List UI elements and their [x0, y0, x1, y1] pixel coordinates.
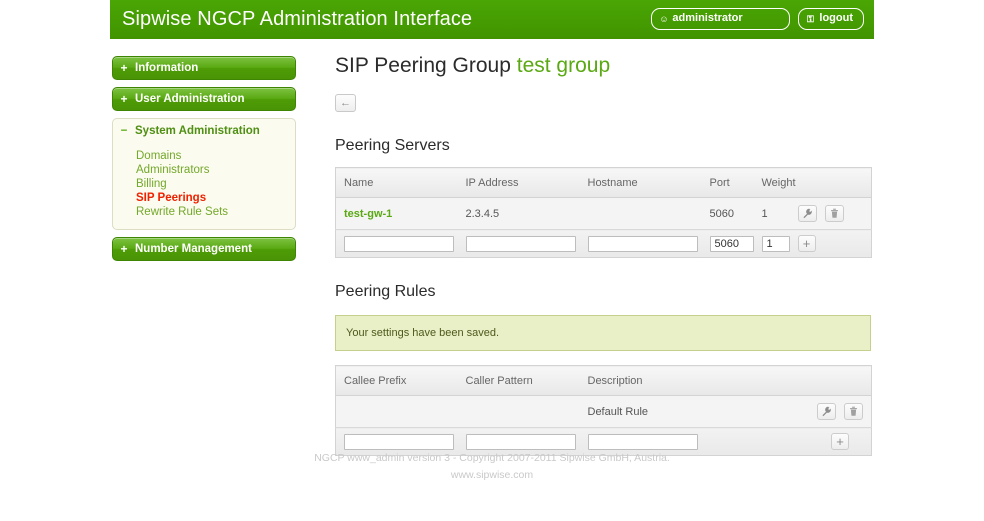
- ip-address-input[interactable]: [465, 235, 576, 252]
- column-header-hostname: Hostname: [579, 167, 702, 198]
- table-row: Default Rule: [335, 395, 872, 428]
- add-peering-rule-button[interactable]: +: [831, 433, 849, 450]
- column-header-ip-address: IP Address: [457, 167, 580, 198]
- delete-trash-icon[interactable]: [824, 205, 844, 222]
- cell-new-name: [335, 229, 458, 258]
- table-header-row: Name IP Address Hostname Port Weight: [335, 167, 872, 198]
- column-header-callee-prefix: Callee Prefix: [335, 365, 458, 396]
- column-header-actions: [789, 365, 872, 396]
- page-title: SIP Peering Group test group: [335, 52, 871, 80]
- sidebar-item-rewrite-rule-sets[interactable]: Rewrite Rule Sets: [136, 205, 295, 219]
- user-button[interactable]: ☺ administrator: [651, 8, 791, 30]
- edit-wrench-icon[interactable]: [797, 205, 817, 222]
- sidebar-item-label: User Administration: [135, 93, 245, 105]
- cell-actions: [789, 395, 872, 428]
- cell-port: 5060: [701, 197, 754, 230]
- app-title: Sipwise NGCP Administration Interface: [122, 8, 473, 30]
- cell-ip-address: 2.3.4.5: [457, 197, 580, 230]
- page-title-prefix: SIP Peering Group: [335, 54, 511, 77]
- cell-new-hostname: [579, 229, 702, 258]
- weight-input[interactable]: [761, 235, 790, 252]
- arrow-left-icon: ←: [340, 96, 351, 109]
- app-header: Sipwise NGCP Administration Interface ☺ …: [110, 0, 874, 39]
- cell-new-weight: [753, 229, 790, 258]
- back-button[interactable]: ←: [335, 94, 356, 112]
- cell-new-actions: +: [789, 229, 872, 258]
- table-row: test-gw-1 2.3.4.5 5060 1: [335, 197, 872, 230]
- sidebar-item-label: System Administration: [135, 125, 260, 137]
- column-header-actions: [789, 167, 872, 198]
- sidebar-item-number-management[interactable]: + Number Management: [112, 237, 296, 261]
- cell-weight: 1: [753, 197, 790, 230]
- name-input[interactable]: [344, 235, 454, 252]
- status-message: Your settings have been saved.: [335, 315, 871, 351]
- peering-servers-title: Peering Servers: [335, 137, 450, 154]
- expand-plus-icon: +: [120, 61, 128, 75]
- delete-trash-icon[interactable]: [844, 403, 863, 420]
- expand-plus-icon: +: [120, 92, 128, 106]
- user-icon: ☺: [659, 13, 669, 24]
- hostname-input[interactable]: [587, 235, 698, 252]
- collapse-minus-icon: −: [120, 125, 128, 137]
- sidebar-subitems: Domains Administrators Billing SIP Peeri…: [113, 149, 295, 219]
- column-header-weight: Weight: [753, 167, 796, 198]
- cell-callee-prefix: [335, 395, 458, 428]
- sidebar-item-system-administration[interactable]: − System Administration: [113, 119, 295, 143]
- main-content: SIP Peering Group test group ← Peering S…: [335, 52, 872, 456]
- column-header-name: Name: [335, 167, 458, 198]
- table-header-row: Callee Prefix Caller Pattern Description: [335, 365, 872, 396]
- peering-rules-title: Peering Rules: [335, 283, 436, 300]
- sidebar-item-user-administration[interactable]: + User Administration: [112, 87, 296, 111]
- sidebar-section-system-administration: − System Administration Domains Administ…: [112, 118, 296, 230]
- cell-caller-pattern: [457, 395, 580, 428]
- cell-name: test-gw-1: [335, 197, 458, 230]
- sidebar-item-label: Information: [135, 62, 199, 74]
- sidebar-item-label: Number Management: [135, 243, 252, 255]
- header-actions: ☺ administrator ⚿ logout: [651, 8, 864, 30]
- peering-rules-table: Callee Prefix Caller Pattern Description…: [335, 365, 872, 456]
- logout-button[interactable]: ⚿ logout: [798, 8, 864, 30]
- cell-description: Default Rule: [579, 395, 790, 428]
- sidebar: + Information + User Administration − Sy…: [112, 56, 296, 268]
- caller-pattern-input[interactable]: [465, 433, 576, 450]
- page-title-group-name: test group: [516, 54, 611, 77]
- footer-website: www.sipwise.com: [450, 469, 534, 481]
- sidebar-item-billing[interactable]: Billing: [136, 177, 295, 191]
- sidebar-item-information[interactable]: + Information: [112, 56, 296, 80]
- cell-actions: [789, 197, 872, 230]
- peering-servers-table: Name IP Address Hostname Port Weight tes…: [335, 167, 872, 258]
- cell-hostname: [579, 197, 702, 230]
- logout-button-label: logout: [819, 12, 853, 24]
- cell-new-ip-address: [457, 229, 580, 258]
- sidebar-item-domains[interactable]: Domains: [136, 149, 295, 163]
- user-button-label: administrator: [672, 12, 743, 24]
- callee-prefix-input[interactable]: [344, 433, 454, 450]
- peering-servers-new-row: +: [335, 229, 872, 258]
- cell-new-port: [701, 229, 754, 258]
- lock-icon: ⚿: [806, 13, 814, 24]
- column-header-description: Description: [579, 365, 790, 396]
- sidebar-item-sip-peerings[interactable]: SIP Peerings: [136, 191, 295, 205]
- expand-plus-icon: +: [120, 242, 128, 256]
- peering-server-link[interactable]: test-gw-1: [344, 208, 392, 220]
- add-peering-server-button[interactable]: +: [797, 235, 816, 252]
- column-header-caller-pattern: Caller Pattern: [457, 365, 580, 396]
- column-header-port: Port: [701, 167, 754, 198]
- description-input[interactable]: [587, 433, 698, 450]
- footer-copyright: NGCP www_admin version 3 - Copyright 200…: [314, 452, 670, 464]
- footer: NGCP www_admin version 3 - Copyright 200…: [110, 450, 874, 484]
- sidebar-item-administrators[interactable]: Administrators: [136, 163, 295, 177]
- edit-wrench-icon[interactable]: [816, 403, 836, 420]
- port-input[interactable]: [709, 235, 754, 252]
